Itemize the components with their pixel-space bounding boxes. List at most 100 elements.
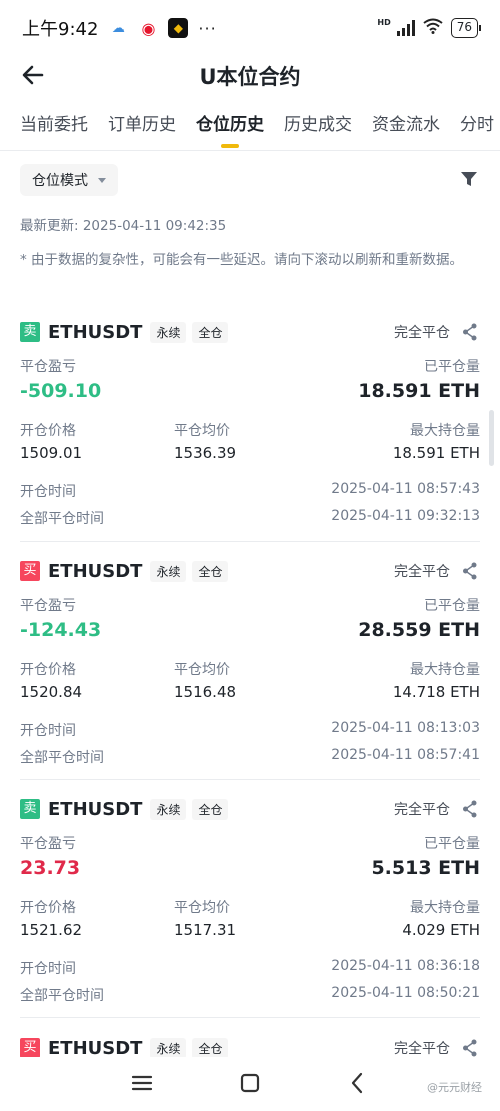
home-icon[interactable] [236,1069,264,1097]
tab-time-share[interactable]: 分时 [460,108,494,150]
wifi-icon [423,18,443,38]
pnl-value: -509.10 [20,380,102,402]
tab-fund-flow[interactable]: 资金流水 [372,108,440,150]
max-position-value: 18.591 ETH [392,444,480,462]
back-icon[interactable] [344,1069,372,1097]
perpetual-tag: 永续 [150,798,187,820]
signal-icon [396,20,415,36]
cross-margin-tag: 全仓 [192,1037,229,1057]
close-avg-value: 1517.31 [174,921,237,939]
position-card[interactable]: 卖 ETHUSDT 永续 全仓 完全平仓 平仓盈亏 已平仓量 23.73 5.5… [20,797,480,1035]
open-price-value: 1520.84 [20,683,83,701]
perpetual-tag: 永续 [150,560,187,582]
share-icon[interactable] [462,1039,478,1057]
open-price-label: 开仓价格 [20,662,76,678]
position-mode-label: 仓位模式 [32,173,88,189]
close-status: 完全平仓 [394,802,450,818]
max-position-value: 4.029 ETH [402,921,480,939]
tab-bar: 当前委托 订单历史 仓位历史 历史成交 资金流水 分时 [0,108,500,150]
position-card[interactable]: 买 ETHUSDT 永续 全仓 完全平仓 平仓盈亏 已平仓量 -124.43 2… [20,559,480,797]
tab-position-history[interactable]: 仓位历史 [196,108,264,150]
share-icon[interactable] [462,800,478,818]
close-status: 完全平仓 [394,564,450,580]
closed-qty-label: 已平仓量 [424,359,480,375]
close-avg-value: 1516.48 [174,683,237,701]
last-update-text: 最新更新: 2025-04-11 09:42:35 [20,218,227,234]
position-mode-dropdown[interactable]: 仓位模式 [20,164,118,196]
tab-current-orders[interactable]: 当前委托 [20,108,88,150]
open-price-value: 1521.62 [20,921,83,939]
share-icon[interactable] [462,323,478,341]
close-avg-value: 1536.39 [174,444,237,462]
cross-margin-tag: 全仓 [192,560,229,582]
max-position-label: 最大持仓量 [410,423,480,439]
buy-badge: 买 [20,1038,40,1057]
close-status: 完全平仓 [394,325,450,341]
full-close-time-value: 2025-04-11 09:32:13 [331,508,480,524]
full-close-time-value: 2025-04-11 08:57:41 [331,747,480,763]
tab-order-history[interactable]: 订单历史 [108,108,176,150]
max-position-value: 14.718 ETH [392,683,480,701]
full-close-time-label: 全部平仓时间 [20,988,104,1004]
card-divider [20,779,480,780]
open-time-label: 开仓时间 [20,961,76,977]
sell-badge: 卖 [20,322,40,342]
symbol: ETHUSDT [48,321,143,343]
full-close-time-label: 全部平仓时间 [20,511,104,527]
closed-qty-value: 28.559 ETH [358,619,480,641]
open-time-label: 开仓时间 [20,723,76,739]
card-divider [20,1017,480,1018]
pnl-value: -124.43 [20,619,102,641]
cross-margin-tag: 全仓 [192,798,229,820]
symbol: ETHUSDT [48,1037,143,1058]
filter-icon[interactable] [460,170,478,188]
filter-row: 仓位模式 [20,164,480,196]
open-time-value: 2025-04-11 08:57:43 [331,481,480,497]
closed-qty-label: 已平仓量 [424,598,480,614]
perpetual-tag: 永续 [150,1037,187,1057]
perpetual-tag: 永续 [150,321,187,343]
more-notifications-icon: ··· [198,18,217,38]
status-bar: 上午9:42 ☁ ◉ ◆ ··· HD 76 [0,0,500,56]
closed-qty-value: 18.591 ETH [358,380,480,402]
full-close-time-label: 全部平仓时间 [20,750,104,766]
weibo-icon: ◉ [141,18,156,38]
cross-margin-tag: 全仓 [192,321,229,343]
tab-trade-history[interactable]: 历史成交 [284,108,352,150]
position-card[interactable]: 卖 ETHUSDT 永续 全仓 完全平仓 平仓盈亏 已平仓量 -509.10 1… [20,320,480,558]
symbol: ETHUSDT [48,798,143,820]
menu-icon[interactable] [128,1069,156,1097]
sell-badge: 卖 [20,799,40,819]
nav-bar: U本位合约 [0,56,500,96]
watermark: @元元财经 [427,1081,482,1094]
pnl-value: 23.73 [20,857,81,879]
buy-badge: 买 [20,561,40,581]
position-card[interactable]: 买 ETHUSDT 永续 全仓 完全平仓 [20,1036,480,1057]
closed-qty-value: 5.513 ETH [371,857,480,879]
binance-icon: ◆ [168,18,189,38]
divider [0,150,500,151]
open-price-label: 开仓价格 [20,900,76,916]
status-time: 上午9:42 [22,19,99,40]
full-close-time-value: 2025-04-11 08:50:21 [331,985,480,1001]
scrollbar-thumb[interactable] [489,410,494,466]
page-title: U本位合约 [199,65,301,89]
caret-down-icon [98,177,106,183]
max-position-label: 最大持仓量 [410,900,480,916]
symbol: ETHUSDT [48,560,143,582]
close-avg-label: 平仓均价 [174,662,230,678]
battery-indicator: 76 [450,18,482,38]
open-price-label: 开仓价格 [20,423,76,439]
pnl-label: 平仓盈亏 [20,836,76,852]
system-nav-bar: @元元财经 [0,1057,500,1111]
pnl-label: 平仓盈亏 [20,598,76,614]
delay-notice: * 由于数据的复杂性，可能会有一些延迟。请向下滚动以刷新和重新数据。 [20,252,464,268]
close-avg-label: 平仓均价 [174,900,230,916]
back-arrow-icon[interactable] [20,62,46,88]
open-time-value: 2025-04-11 08:13:03 [331,720,480,736]
cloud-icon: ☁ [111,20,125,36]
share-icon[interactable] [462,562,478,580]
open-time-value: 2025-04-11 08:36:18 [331,958,480,974]
card-divider [20,541,480,542]
max-position-label: 最大持仓量 [410,662,480,678]
